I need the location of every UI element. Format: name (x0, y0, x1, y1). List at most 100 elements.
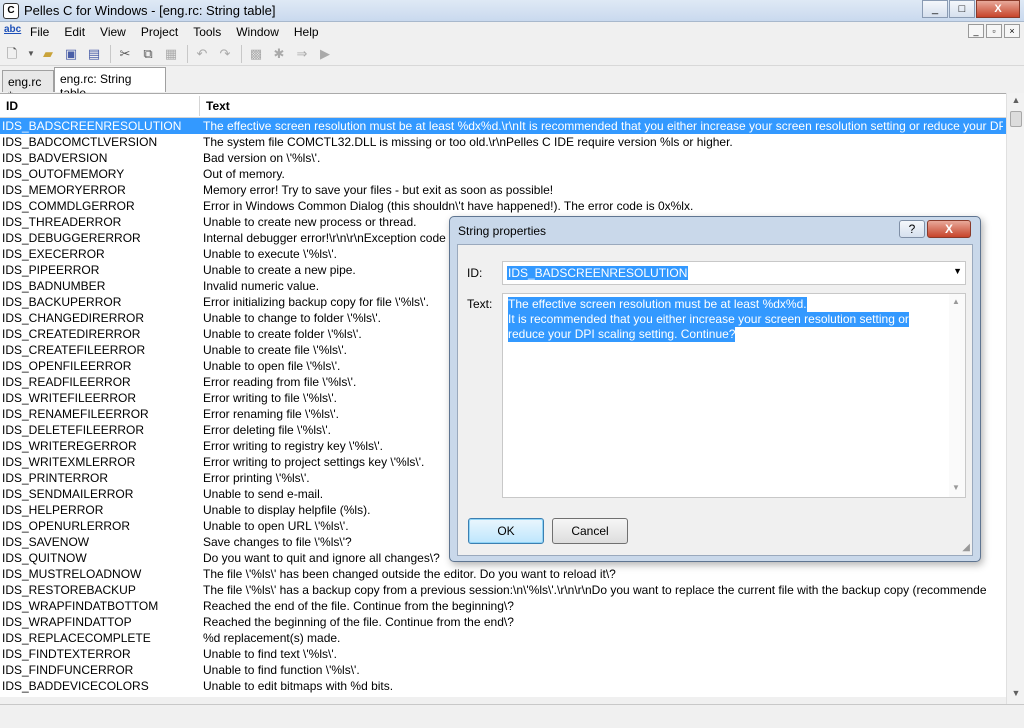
cell-text: Reached the beginning of the file. Conti… (203, 615, 514, 629)
scroll-thumb[interactable] (1010, 111, 1022, 127)
new-file-icon[interactable]: 🗋 (3, 45, 21, 63)
cell-id: IDS_DEBUGGERERROR (2, 231, 141, 245)
cell-id: IDS_WRITEFILEERROR (2, 391, 137, 405)
cancel-button[interactable]: Cancel (552, 518, 628, 544)
cell-id: IDS_QUITNOW (2, 551, 87, 565)
menu-project[interactable]: Project (141, 25, 178, 39)
execute-icon[interactable]: ✱ (270, 45, 288, 63)
menu-file[interactable]: File (30, 25, 49, 39)
cell-id: IDS_READFILEERROR (2, 375, 131, 389)
toolbar-separator (187, 44, 188, 63)
cell-text: Unable to find function \'%ls\'. (203, 663, 360, 677)
cell-id: IDS_RESTOREBACKUP (2, 583, 136, 597)
table-row[interactable]: IDS_FINDTEXTERROR Unable to find text \'%… (0, 646, 1006, 662)
dropdown-icon[interactable]: ▼ (26, 45, 36, 63)
scroll-up-icon[interactable]: ▲ (952, 297, 960, 306)
save-all-icon[interactable]: ▤ (85, 45, 103, 63)
open-folder-icon[interactable]: ▰ (39, 45, 57, 63)
cell-id: IDS_BADVERSION (2, 151, 108, 165)
mdi-restore-button[interactable]: ▫ (986, 24, 1002, 38)
tab-string-table[interactable]: eng.rc: String table (54, 67, 166, 100)
mdi-minimize-button[interactable]: _ (968, 24, 984, 38)
cell-text: The effective screen resolution must be … (203, 119, 1003, 133)
cell-id: IDS_BADCOMCTLVERSION (2, 135, 158, 149)
table-row[interactable]: IDS_FINDFUNCERROR Unable to find function… (0, 662, 1006, 678)
copy-icon[interactable]: ⧉ (139, 45, 157, 63)
resource-abc-icon[interactable]: abc (4, 24, 21, 35)
table-row[interactable]: IDS_OUTOFMEMORY Out of memory. (0, 166, 1006, 182)
menu-window[interactable]: Window (236, 25, 279, 39)
cell-id: IDS_MUSTRELOADNOW (2, 567, 142, 581)
cell-id: IDS_WRAPFINDATBOTTOM (2, 599, 159, 613)
cell-id: IDS_MEMORYERROR (2, 183, 126, 197)
scroll-down-icon[interactable]: ▼ (1010, 688, 1022, 702)
table-row[interactable]: IDS_RESTOREBACKUP The file \'%ls\' has a … (0, 582, 1006, 598)
menu-items: File Edit View Project Tools Window Help (30, 25, 334, 39)
cell-id: IDS_PRINTERROR (2, 471, 109, 485)
table-row[interactable]: IDS_MUSTRELOADNOW The file \'%ls\' has be… (0, 566, 1006, 582)
cell-id: IDS_DELETEIMAGE (2, 695, 114, 697)
cell-id: IDS_FINDFUNCERROR (2, 663, 134, 677)
dialog-help-button[interactable]: ? (899, 220, 925, 238)
menu-help[interactable]: Help (294, 25, 319, 39)
cell-text: Unable to find text \'%ls\'. (203, 647, 337, 661)
resize-grip-icon[interactable]: ◢ (962, 542, 970, 553)
cut-icon[interactable]: ✂ (116, 45, 134, 63)
build-icon[interactable]: ▩ (247, 45, 265, 63)
toolbar: 🗋 ▼ ▰ ▣ ▤ ✂ ⧉ ▦ ↶ ↷ ▩ ✱ ⇒ ▶ (0, 42, 1024, 66)
cell-id: IDS_BADSCREENRESOLUTION (2, 119, 182, 133)
tab-eng-rc[interactable]: eng.rc * (2, 70, 54, 103)
menu-view[interactable]: View (100, 25, 126, 39)
chevron-down-icon[interactable]: ▼ (953, 266, 962, 276)
text-field[interactable]: The effective screen resolution must be … (502, 293, 966, 498)
cell-id: IDS_PIPEERROR (2, 263, 100, 277)
string-properties-dialog: String properties ? X ID: IDS_BADSCREENR… (449, 216, 981, 562)
table-row[interactable]: IDS_MEMORYERROR Memory error! Try to save… (0, 182, 1006, 198)
table-row[interactable]: IDS_BADVERSION Bad version on \'%ls\'. (0, 150, 1006, 166)
id-value: IDS_BADSCREENRESOLUTION (507, 266, 689, 280)
ok-button[interactable]: OK (468, 518, 544, 544)
mdi-close-button[interactable]: × (1004, 24, 1020, 38)
cell-id: IDS_WRITEREGERROR (2, 439, 137, 453)
dialog-close-button[interactable]: X (927, 220, 971, 238)
window-title: Pelles C for Windows - [eng.rc: String t… (24, 3, 276, 18)
table-row[interactable]: IDS_BADDEVICECOLORS Unable to edit bitmap… (0, 678, 1006, 694)
menu-tools[interactable]: Tools (193, 25, 221, 39)
vertical-scrollbar[interactable]: ▲ ▼ (1006, 93, 1024, 704)
minimize-button[interactable]: _ (922, 0, 948, 18)
cell-id: IDS_OPENFILEERROR (2, 359, 132, 373)
text-scrollbar[interactable]: ▲ ▼ (949, 294, 965, 497)
table-row[interactable]: IDS_DELETEIMAGE Do you want to remove the… (0, 694, 1006, 697)
column-divider[interactable] (199, 96, 200, 116)
cell-id: IDS_SAVENOW (2, 535, 90, 549)
cell-text: The file \'%ls\' has been changed outsid… (203, 567, 616, 581)
undo-icon[interactable]: ↶ (193, 45, 211, 63)
column-header-id[interactable]: ID (6, 99, 18, 113)
scroll-up-icon[interactable]: ▲ (1010, 95, 1022, 109)
table-row[interactable]: IDS_BADSCREENRESOLUTION The effective scr… (0, 118, 1006, 134)
paste-icon[interactable]: ▦ (162, 45, 180, 63)
id-combobox[interactable]: IDS_BADSCREENRESOLUTION ▼ (502, 261, 966, 285)
column-header-text[interactable]: Text (206, 99, 230, 113)
cell-id: IDS_BACKUPERROR (2, 295, 122, 309)
table-row[interactable]: IDS_WRAPFINDATBOTTOM Reached the end of t… (0, 598, 1006, 614)
table-row[interactable]: IDS_WRAPFINDATTOP Reached the beginning o… (0, 614, 1006, 630)
maximize-button[interactable]: □ (949, 0, 975, 18)
menu-edit[interactable]: Edit (64, 25, 85, 39)
redo-icon[interactable]: ↷ (216, 45, 234, 63)
cell-id: IDS_EXECERROR (2, 247, 105, 261)
scroll-down-icon[interactable]: ▼ (952, 483, 960, 492)
save-icon[interactable]: ▣ (62, 45, 80, 63)
cell-id: IDS_WRITEXMLERROR (2, 455, 136, 469)
toolbar-separator (241, 44, 242, 63)
table-row[interactable]: IDS_REPLACECOMPLETE %d replacement(s) mad… (0, 630, 1006, 646)
close-button[interactable]: X (976, 0, 1020, 18)
window-controls: _ □ X (921, 0, 1020, 18)
table-row[interactable]: IDS_BADCOMCTLVERSION The system file COMC… (0, 134, 1006, 150)
mdi-controls: _ ▫ × (966, 24, 1020, 38)
app-icon: C (3, 3, 19, 19)
cell-id: IDS_BADNUMBER (2, 279, 106, 293)
run-icon[interactable]: ▶ (316, 45, 334, 63)
table-row[interactable]: IDS_COMMDLGERROR Error in Windows Common … (0, 198, 1006, 214)
debug-icon[interactable]: ⇒ (293, 45, 311, 63)
